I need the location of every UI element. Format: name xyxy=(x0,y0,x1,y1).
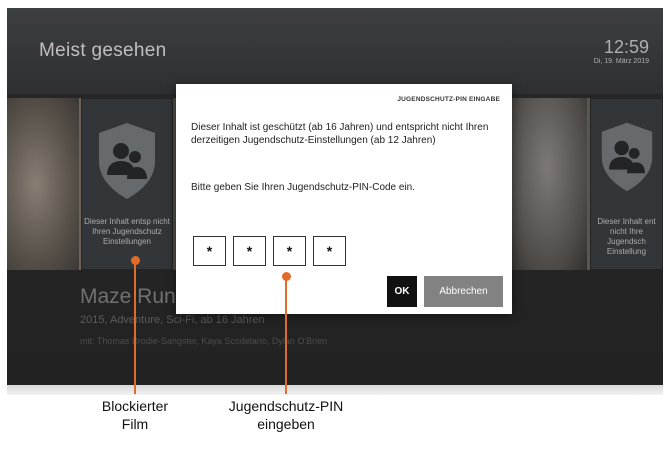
callout-pin-line2: eingeben xyxy=(257,416,315,432)
callout-blocked-line1: Blockierter xyxy=(101,398,169,414)
pin-digit-2[interactable]: * xyxy=(233,236,266,266)
screen-bezel xyxy=(7,385,663,395)
callout-label-blocked: Blockierter Film xyxy=(74,397,196,433)
callout-line-blocked xyxy=(134,262,136,394)
pin-digit-4[interactable]: * xyxy=(313,236,346,266)
callout-line-pin xyxy=(285,278,287,394)
cancel-button[interactable]: Abbrechen xyxy=(424,276,503,307)
ok-button[interactable]: OK xyxy=(387,276,417,307)
callout-pin-line1: Jugendschutz-PIN xyxy=(228,398,344,414)
dialog-prompt: Bitte geben Sie Ihren Jugendschutz-PIN-C… xyxy=(191,182,416,193)
dialog-message: Dieser Inhalt ist geschützt (ab 16 Jahre… xyxy=(191,122,489,146)
pin-digit-1[interactable]: * xyxy=(193,236,226,266)
pin-input-row: * * * * xyxy=(193,236,346,266)
callout-label-pin: Jugendschutz-PIN eingeben xyxy=(205,397,367,433)
callout-blocked-line2: Film xyxy=(121,416,149,432)
pin-dialog: JUGENDSCHUTZ-PIN EINGABE Dieser Inhalt i… xyxy=(176,84,512,314)
pin-digit-3[interactable]: * xyxy=(273,236,306,266)
dialog-title: JUGENDSCHUTZ-PIN EINGABE xyxy=(397,96,500,103)
